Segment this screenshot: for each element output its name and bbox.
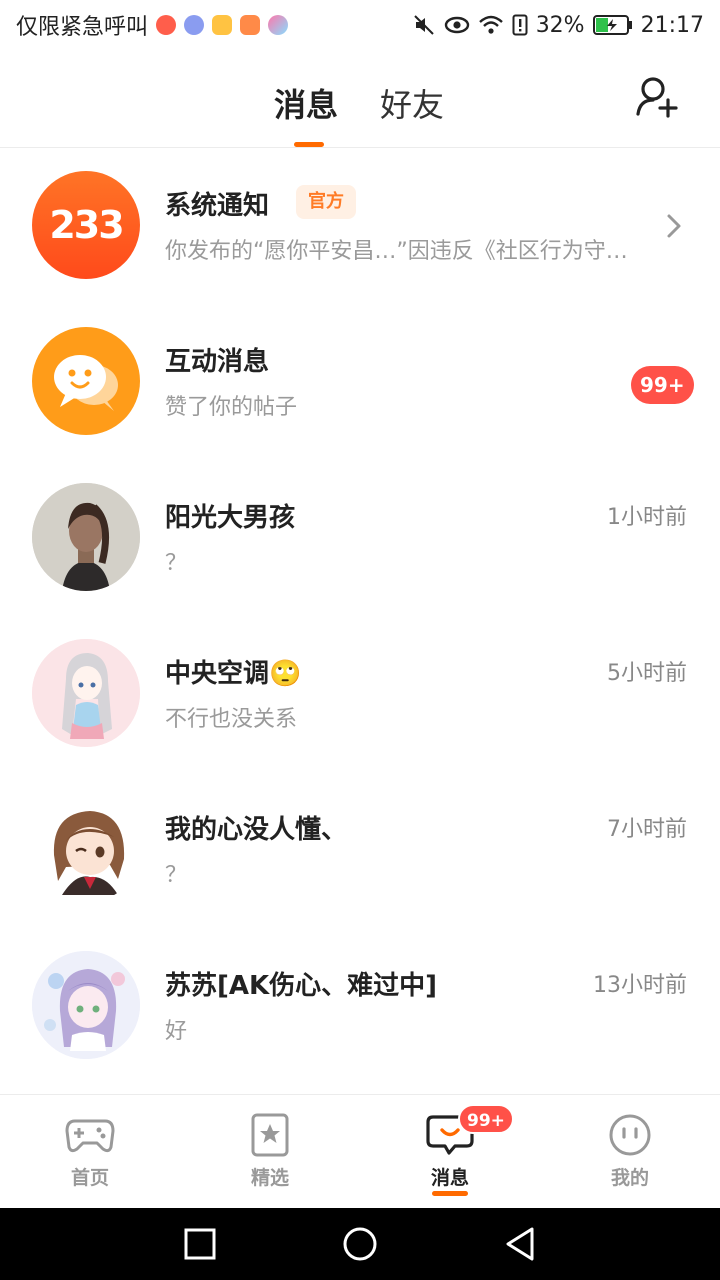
music-app-icon bbox=[184, 15, 205, 35]
message-list: 233 系统通知 官方 你发布的“愿你平安昌…”因违反《社区行为守… 互动消息 … bbox=[0, 149, 720, 1085]
interaction-avatar bbox=[32, 327, 140, 435]
conversation-preview: 赞了你的帖子 bbox=[165, 395, 298, 420]
conversation-name: 互动消息 bbox=[165, 347, 270, 377]
conversation-time: 13小时前 bbox=[593, 973, 687, 998]
sim-alert-icon bbox=[512, 14, 528, 36]
list-item-system-notice[interactable]: 233 系统通知 官方 你发布的“愿你平安昌…”因违反《社区行为守… bbox=[0, 149, 720, 305]
nav-profile[interactable]: 我的 bbox=[540, 1095, 720, 1209]
official-tag: 官方 bbox=[296, 185, 356, 219]
user-avatar bbox=[32, 483, 140, 591]
status-bar-left: 仅限紧急呼叫 bbox=[16, 9, 412, 41]
bottom-nav: 首页 精选 消息 我的 bbox=[0, 1094, 720, 1208]
list-item-chat[interactable]: 中央空调🙄 不行也没关系 5小时前 bbox=[0, 617, 720, 773]
nav-unread-badge: 99+ bbox=[458, 1104, 514, 1134]
add-user-icon[interactable] bbox=[634, 74, 680, 120]
chevron-right-icon bbox=[664, 211, 684, 241]
tab-messages[interactable]: 消息 bbox=[274, 80, 338, 126]
conversation-preview: 不行也没关系 bbox=[165, 707, 298, 732]
clock-time: 21:17 bbox=[640, 12, 704, 38]
nav-label: 我的 bbox=[610, 1167, 649, 1189]
unread-badge: 99+ bbox=[631, 366, 694, 404]
wifi-icon bbox=[478, 14, 504, 36]
user-avatar bbox=[32, 795, 140, 903]
active-nav-indicator bbox=[432, 1191, 468, 1196]
nav-messages[interactable]: 消息 bbox=[360, 1095, 540, 1209]
status-bar: 仅限紧急呼叫 32% 21:17 bbox=[0, 0, 720, 50]
assistant-app-icon bbox=[268, 15, 289, 35]
mute-icon bbox=[412, 13, 436, 37]
list-item-chat[interactable]: 苏苏[AK伤心、难过中] 好 13小时前 bbox=[0, 929, 720, 1085]
list-item-chat[interactable]: 阳光大男孩 ？ 1小时前 bbox=[0, 461, 720, 617]
top-header: 消息 好友 bbox=[0, 50, 720, 148]
nav-featured[interactable]: 精选 bbox=[180, 1095, 360, 1209]
grid-app-icon bbox=[240, 15, 261, 35]
star-card-icon bbox=[245, 1113, 295, 1157]
user-avatar bbox=[32, 639, 140, 747]
battery-icon bbox=[592, 15, 633, 35]
conversation-name: 苏苏[AK伤心、难过中] bbox=[165, 971, 438, 1001]
conversation-preview: 好 bbox=[165, 1019, 188, 1044]
face-icon bbox=[605, 1113, 655, 1157]
home-circle-icon[interactable] bbox=[340, 1224, 380, 1264]
conversation-name: 中央空调🙄 bbox=[165, 659, 302, 689]
video-app-icon bbox=[212, 15, 233, 35]
system-nav-bar bbox=[0, 1208, 720, 1280]
active-tab-indicator bbox=[294, 142, 324, 147]
nav-label: 消息 bbox=[430, 1167, 469, 1189]
battery-percent: 32% bbox=[535, 12, 585, 38]
system-notice-avatar: 233 bbox=[32, 171, 140, 279]
nav-label: 精选 bbox=[250, 1167, 289, 1189]
conversation-preview: 你发布的“愿你平安昌…”因违反《社区行为守… bbox=[165, 239, 628, 264]
eye-comfort-icon bbox=[444, 15, 470, 35]
status-bar-right: 32% 21:17 bbox=[412, 13, 704, 38]
avatar-logo-text: 233 bbox=[49, 203, 124, 247]
conversation-time: 5小时前 bbox=[607, 661, 687, 686]
user-avatar bbox=[32, 951, 140, 1059]
conversation-name: 系统通知 bbox=[165, 191, 270, 221]
conversation-time: 7小时前 bbox=[607, 817, 687, 842]
nav-home[interactable]: 首页 bbox=[0, 1095, 180, 1209]
carrier-text: 仅限紧急呼叫 bbox=[16, 15, 149, 40]
back-triangle-icon[interactable] bbox=[500, 1224, 540, 1264]
tab-friends[interactable]: 好友 bbox=[380, 80, 444, 126]
gamepad-icon bbox=[65, 1113, 115, 1157]
conversation-name: 阳光大男孩 bbox=[165, 503, 296, 533]
nav-label: 首页 bbox=[70, 1167, 109, 1189]
conversation-name: 我的心没人懂、 bbox=[165, 815, 348, 845]
list-item-chat[interactable]: 我的心没人懂、 ？ 7小时前 bbox=[0, 773, 720, 929]
recent-apps-icon[interactable] bbox=[180, 1224, 220, 1264]
list-item-interactions[interactable]: 互动消息 赞了你的帖子 99+ bbox=[0, 305, 720, 461]
conversation-time: 1小时前 bbox=[607, 505, 687, 530]
conversation-preview: ？ bbox=[165, 551, 188, 576]
conversation-preview: ？ bbox=[165, 863, 188, 888]
app-notification-icon bbox=[156, 15, 177, 35]
